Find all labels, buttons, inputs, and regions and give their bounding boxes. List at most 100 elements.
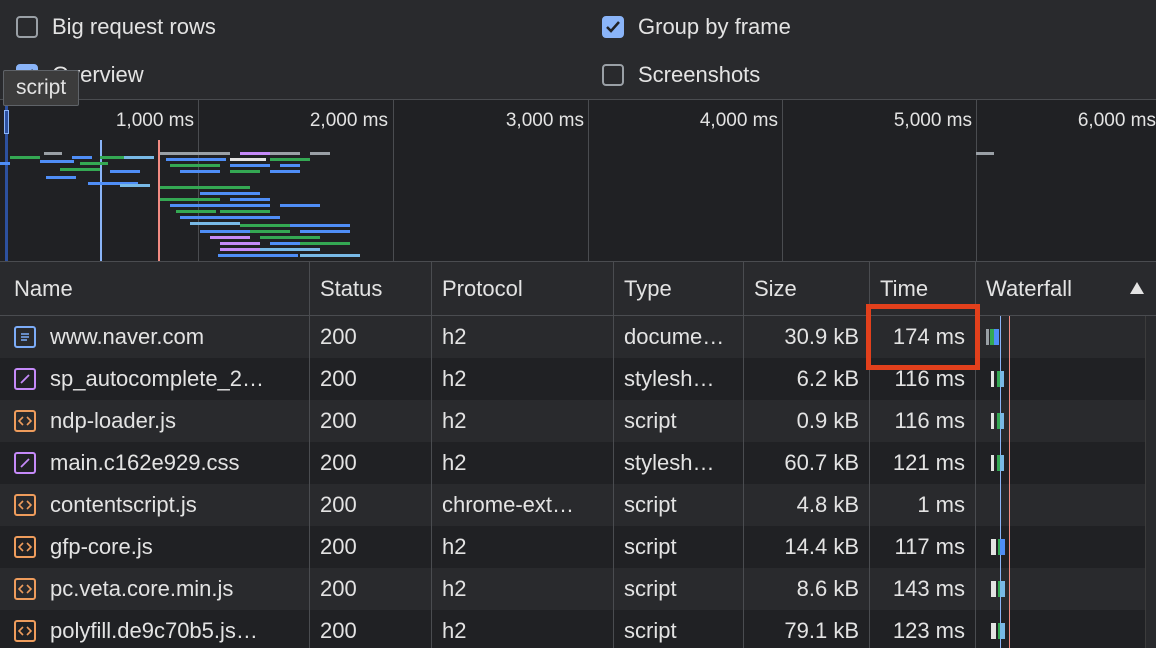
overview-request-bar — [230, 164, 270, 167]
overview-request-bar — [10, 156, 40, 159]
big-request-rows-checkbox[interactable] — [16, 16, 38, 38]
request-time: 117 ms — [870, 526, 976, 568]
checkmark-icon — [606, 21, 620, 33]
network-overview-timeline[interactable]: 1,000 ms 2,000 ms 3,000 ms 4,000 ms 5,00… — [0, 100, 1156, 262]
overview-request-bar — [160, 186, 250, 189]
request-time: 116 ms — [870, 400, 976, 442]
tick-label-5000: 5,000 ms — [893, 110, 972, 131]
column-header-protocol[interactable]: Protocol — [432, 262, 614, 315]
table-row[interactable]: gfp-core.js 200 h2 script 14.4 kB 117 ms — [0, 526, 1146, 568]
overview-request-bar — [250, 230, 290, 233]
request-protocol: h2 — [432, 400, 614, 442]
overview-request-bar — [100, 156, 126, 159]
script-icon — [14, 620, 36, 642]
overview-request-bar — [110, 170, 140, 173]
overview-request-bar — [270, 170, 300, 173]
screenshots-label: Screenshots — [638, 62, 761, 87]
request-size: 6.2 kB — [744, 358, 870, 400]
waterfall-cell — [976, 526, 1146, 568]
requests-table-body: www.naver.com 200 h2 docume… 30.9 kB 174… — [0, 316, 1156, 648]
waterfall-queue-bar — [991, 455, 994, 471]
waterfall-cell — [976, 610, 1146, 648]
waterfall-download-bar — [1000, 371, 1004, 387]
overview-request-bar — [124, 156, 154, 159]
network-settings-pane: Big request rows Group by frame Overview… — [0, 0, 1156, 100]
type-tooltip: script — [3, 70, 80, 106]
request-protocol: h2 — [432, 568, 614, 610]
table-scrollbar[interactable] — [1145, 316, 1156, 648]
request-size: 4.8 kB — [744, 484, 870, 526]
request-protocol: h2 — [432, 610, 614, 648]
overview-request-bar — [180, 170, 220, 173]
column-header-status[interactable]: Status — [310, 262, 432, 315]
overview-request-bar — [260, 248, 320, 251]
waterfall-download-bar — [1000, 581, 1005, 597]
overview-request-bar — [310, 152, 330, 155]
table-row[interactable]: polyfill.de9c70b5.js… 200 h2 script 79.1… — [0, 610, 1146, 648]
overview-request-bar — [200, 192, 260, 195]
big-request-rows-option[interactable]: Big request rows — [16, 14, 216, 40]
overview-request-bar — [190, 222, 240, 225]
request-status: 200 — [310, 358, 432, 400]
request-protocol: h2 — [432, 316, 614, 358]
column-header-waterfall[interactable]: Waterfall — [976, 262, 1156, 315]
request-size: 8.6 kB — [744, 568, 870, 610]
stylesheet-icon — [14, 452, 36, 474]
sort-ascending-icon — [1130, 282, 1144, 294]
group-by-frame-option[interactable]: Group by frame — [602, 14, 791, 40]
request-name: pc.veta.core.min.js — [50, 576, 234, 601]
requests-table-header: Name Status Protocol Type Size Time Wate… — [0, 262, 1156, 316]
table-row[interactable]: contentscript.js 200 chrome-ext… script … — [0, 484, 1146, 526]
load-event-line — [1009, 358, 1010, 400]
request-time: 121 ms — [870, 442, 976, 484]
tick-label-6000: 6,000 ms — [1077, 110, 1156, 131]
screenshots-option[interactable]: Screenshots — [602, 62, 760, 88]
overview-request-bar — [220, 204, 270, 207]
waterfall-cell — [976, 358, 1146, 400]
table-row[interactable]: ndp-loader.js 200 h2 script 0.9 kB 116 m… — [0, 400, 1146, 442]
load-event-line — [1009, 442, 1010, 484]
grid-line — [393, 100, 394, 261]
request-size: 79.1 kB — [744, 610, 870, 648]
document-icon — [14, 326, 36, 348]
dom-content-loaded-line — [1000, 484, 1001, 526]
dom-content-loaded-line — [1000, 316, 1001, 358]
column-header-type[interactable]: Type — [614, 262, 744, 315]
waterfall-queue-bar — [991, 581, 996, 597]
request-status: 200 — [310, 568, 432, 610]
request-name: sp_autocomplete_2… — [50, 366, 265, 391]
overview-request-bar — [72, 156, 92, 159]
screenshots-checkbox[interactable] — [602, 64, 624, 86]
request-name: contentscript.js — [50, 492, 197, 517]
request-status: 200 — [310, 526, 432, 568]
table-row[interactable]: pc.veta.core.min.js 200 h2 script 8.6 kB… — [0, 568, 1146, 610]
waterfall-cell — [976, 316, 1146, 358]
group-by-frame-checkbox[interactable] — [602, 16, 624, 38]
load-event-line — [1009, 526, 1010, 568]
table-row[interactable]: main.c162e929.css 200 h2 stylesh… 60.7 k… — [0, 442, 1146, 484]
overview-request-bar — [40, 160, 74, 163]
request-type: script — [614, 568, 744, 610]
overview-left-handle[interactable] — [4, 110, 9, 134]
waterfall-cell — [976, 442, 1146, 484]
column-header-size[interactable]: Size — [744, 262, 870, 315]
overview-request-bar — [220, 248, 260, 251]
waterfall-download-bar — [1000, 413, 1004, 429]
request-type: stylesh… — [614, 358, 744, 400]
grid-line — [976, 100, 977, 261]
overview-request-bar — [976, 152, 994, 155]
overview-request-bar — [210, 236, 250, 239]
grid-line — [782, 100, 783, 261]
tick-label-4000: 4,000 ms — [699, 110, 778, 131]
overview-request-bar — [250, 216, 280, 219]
request-status: 200 — [310, 400, 432, 442]
load-event-line — [1009, 400, 1010, 442]
overview-request-bar — [300, 242, 350, 245]
script-icon — [14, 536, 36, 558]
waterfall-download-bar — [1000, 623, 1005, 639]
tick-label-2000: 2,000 ms — [309, 110, 388, 131]
overview-request-bar — [180, 216, 250, 219]
column-header-name[interactable]: Name — [0, 262, 310, 315]
request-name: polyfill.de9c70b5.js… — [50, 618, 258, 643]
group-by-frame-label: Group by frame — [638, 14, 791, 39]
